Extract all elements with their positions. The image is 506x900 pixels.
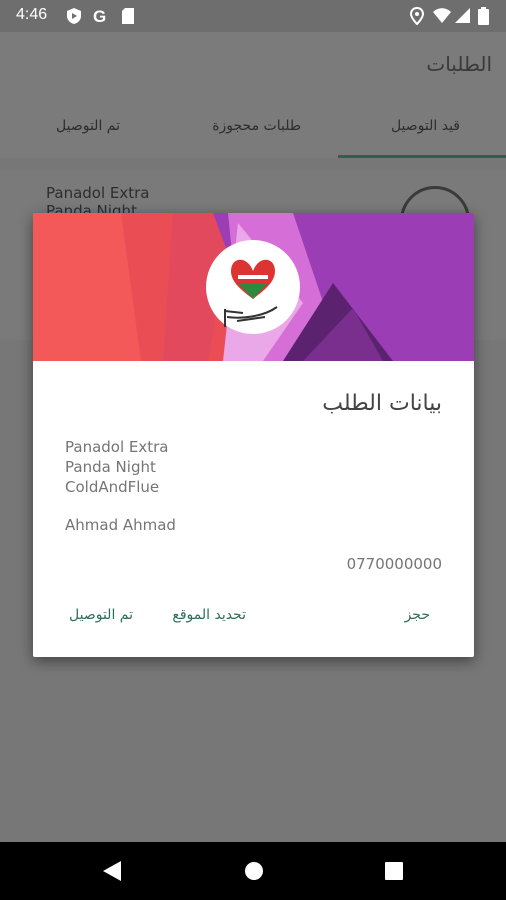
system-nav-bar [0,842,506,900]
status-bar: 4:46 G [0,0,506,32]
order-item: Panadol Extra [65,438,169,456]
delivered-button[interactable]: تم التوصيل [69,607,133,623]
customer-name: Ahmad Ahmad [65,516,176,534]
reserve-button[interactable]: حجز [405,607,430,623]
logo-icon [206,240,300,334]
customer-phone: 0770000000 [346,555,442,573]
home-icon[interactable] [243,860,265,882]
location-icon [410,7,424,25]
google-icon: G [93,7,106,25]
dialog-banner [33,213,474,361]
order-item: ColdAndFlue [65,478,160,496]
update-location-button[interactable]: تحديد الموقع [172,607,246,623]
back-icon[interactable] [101,860,123,882]
order-items-list: Panadol Extra Panda Night ColdAndFlue [65,437,169,497]
order-details-dialog: بيانات الطلب Panadol Extra Panda Night C… [33,213,474,657]
recents-icon[interactable] [383,860,405,882]
dialog-title: بيانات الطلب [322,391,442,416]
svg-text:G: G [93,7,106,25]
tab-reserved-orders[interactable]: طلبات محجوزة [212,118,301,134]
signal-icon [455,8,470,23]
play-protect-icon [67,8,81,24]
order-item: Panda Night [65,458,156,476]
battery-icon [478,7,489,25]
tab-bar: قيد التوصيل طلبات محجوزة تم التوصيل [0,100,506,158]
app-bar: الطلبات [0,32,506,100]
page-title: الطلبات [426,52,492,76]
tab-in-delivery[interactable]: قيد التوصيل [391,118,460,134]
sd-card-icon [122,8,134,24]
status-time: 4:46 [16,6,48,23]
wifi-icon [433,8,451,23]
tab-delivered[interactable]: تم التوصيل [56,118,120,134]
